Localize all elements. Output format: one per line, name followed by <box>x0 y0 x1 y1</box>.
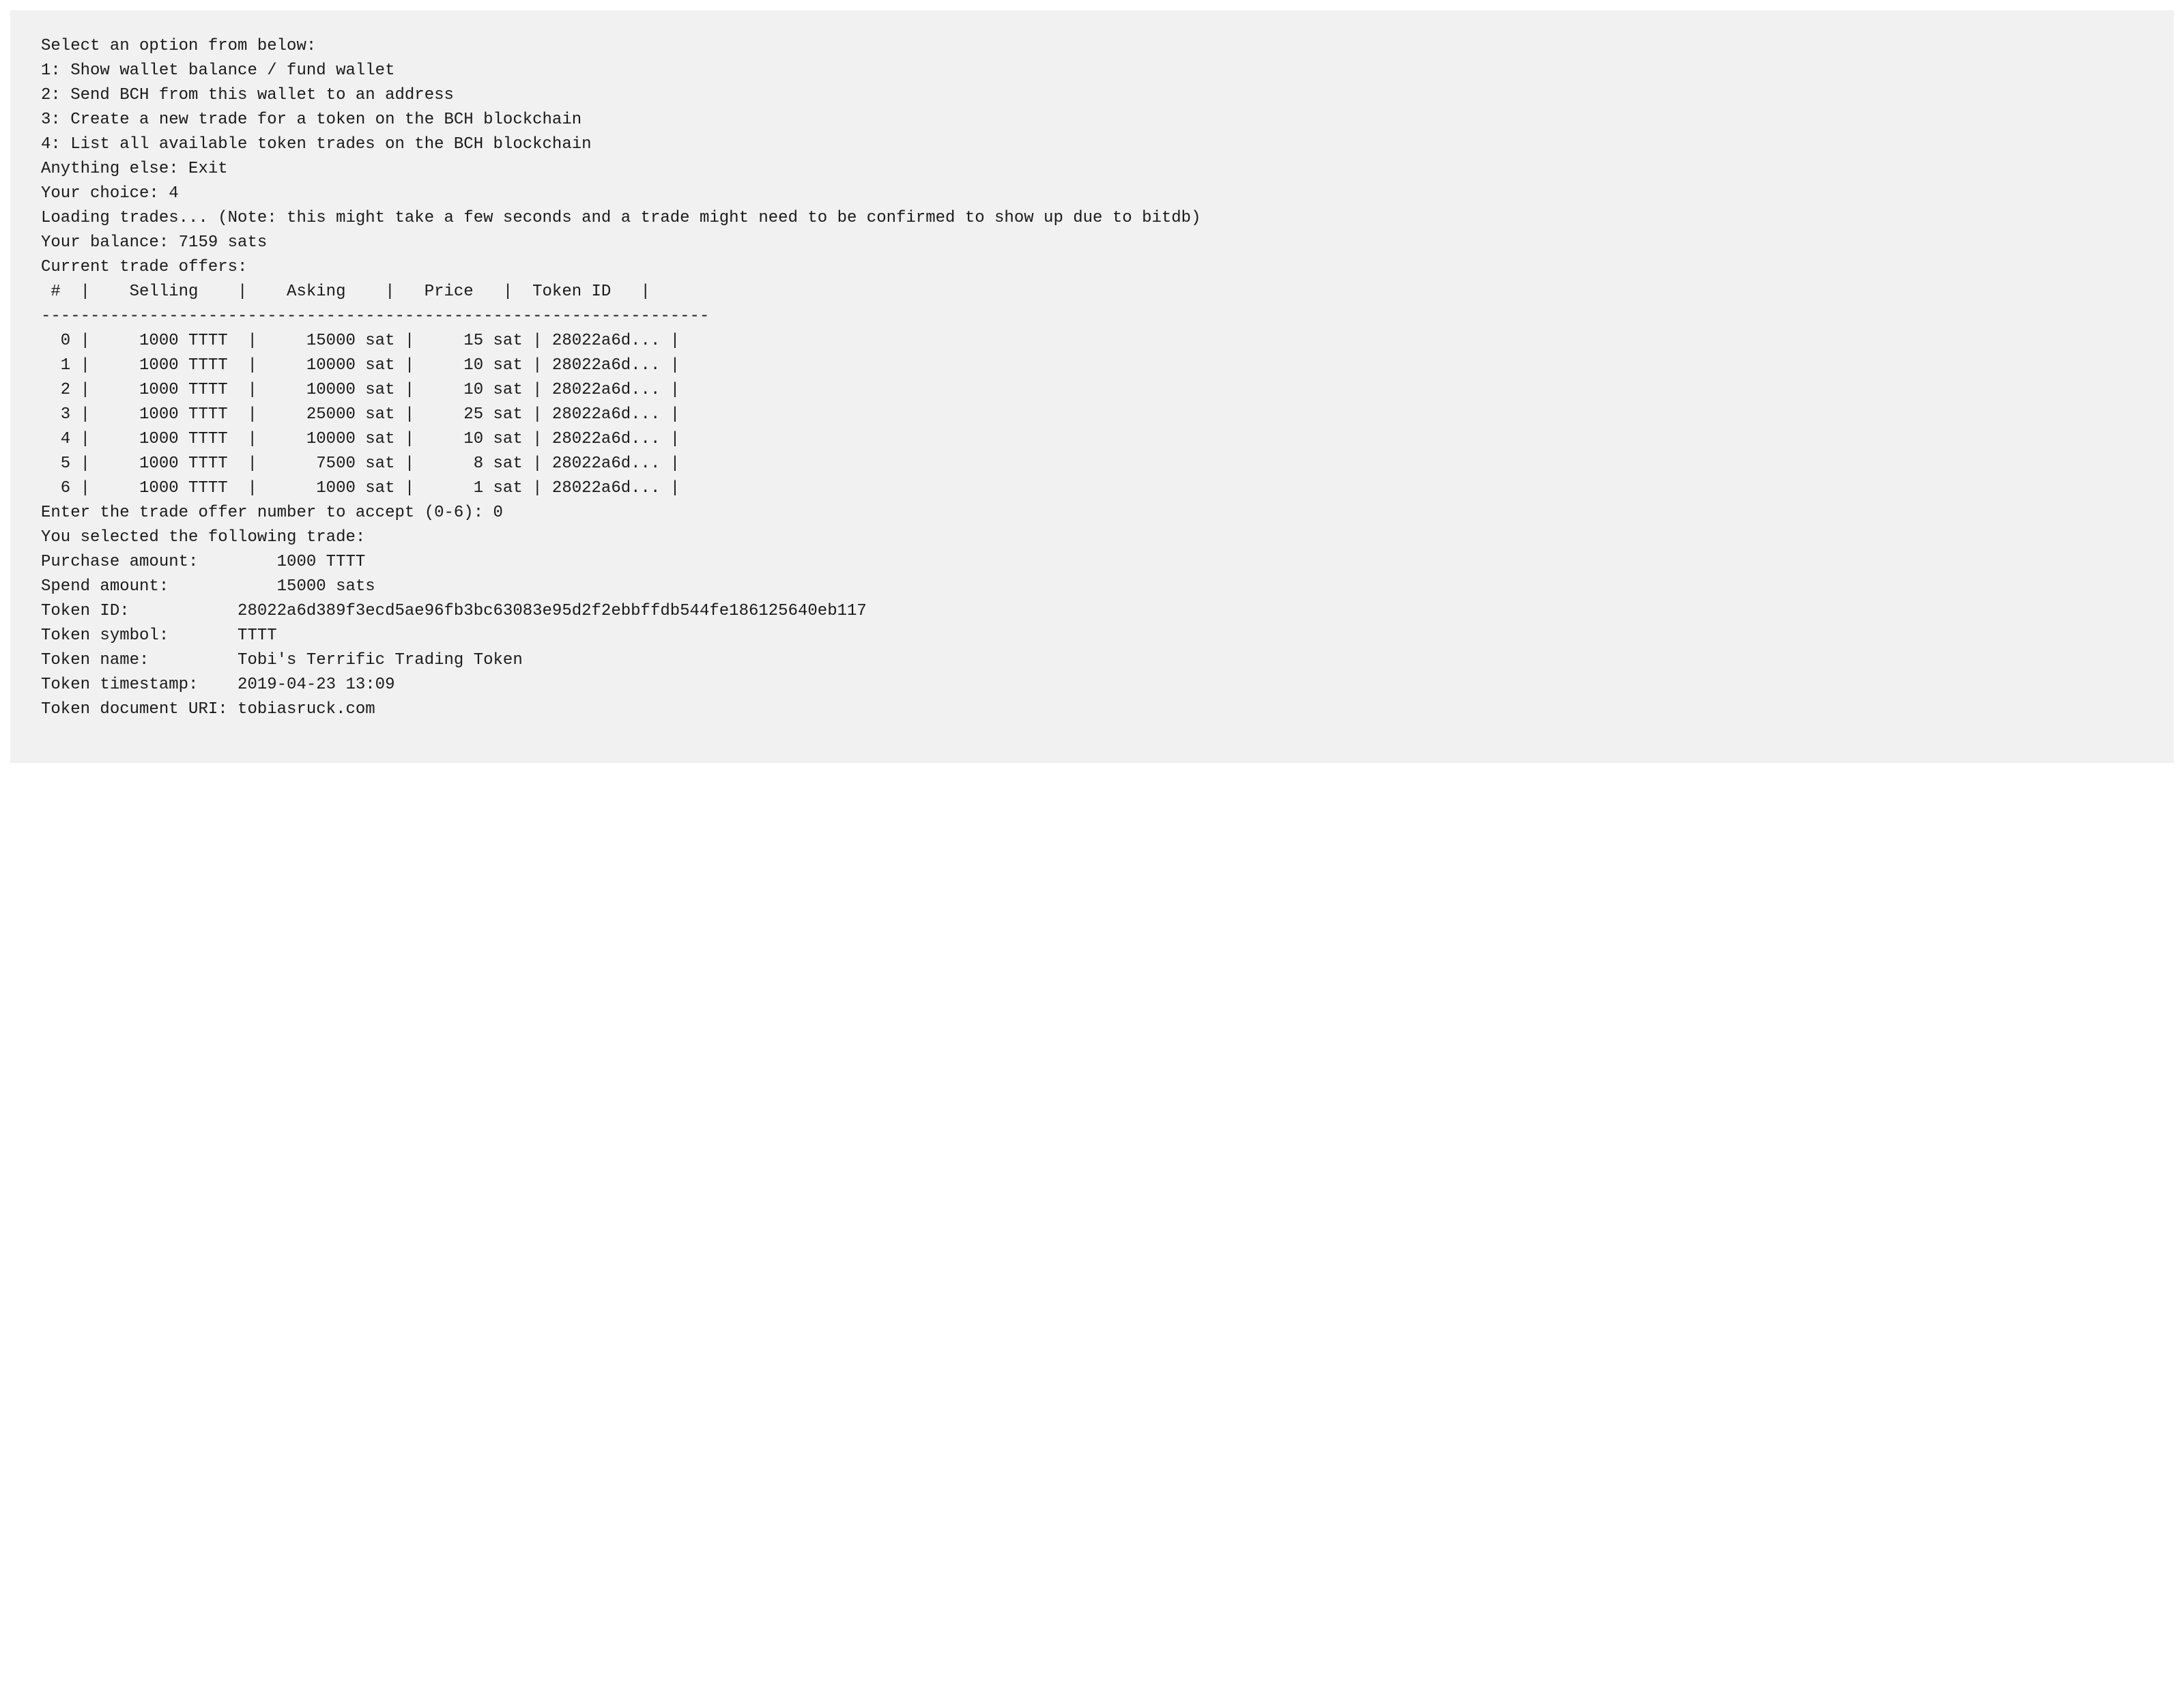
table-header: # | Selling | Asking | Price | Token ID … <box>41 283 650 301</box>
table-row: 3 | 1000 TTTT | 25000 sat | 25 sat | 280… <box>41 405 680 424</box>
choice-value: 4 <box>169 184 178 203</box>
table-row: 6 | 1000 TTTT | 1000 sat | 1 sat | 28022… <box>41 479 680 497</box>
detail-label-purchase: Purchase amount: <box>41 553 277 571</box>
detail-label-tokenid: Token ID: <box>41 602 238 620</box>
detail-value-purchase: 1000 TTTT <box>277 553 366 571</box>
detail-label-name: Token name: <box>41 651 238 669</box>
detail-label-timestamp: Token timestamp: <box>41 676 238 694</box>
balance-label: Your balance: <box>41 233 179 252</box>
offers-title: Current trade offers: <box>41 258 247 276</box>
menu-exit: Anything else: Exit <box>41 160 228 178</box>
selection-title: You selected the following trade: <box>41 528 365 547</box>
loading-note: Loading trades... (Note: this might take… <box>41 209 1201 227</box>
table-divider: ----------------------------------------… <box>41 307 709 326</box>
menu-option-4: 4: List all available token trades on th… <box>41 135 592 154</box>
detail-label-uri: Token document URI: <box>41 700 238 719</box>
table-row: 5 | 1000 TTTT | 7500 sat | 8 sat | 28022… <box>41 454 680 473</box>
detail-value-timestamp: 2019-04-23 13:09 <box>238 676 394 694</box>
detail-value-uri: tobiasruck.com <box>238 700 375 719</box>
balance-value: 7159 sats <box>179 233 268 252</box>
table-row: 1 | 1000 TTTT | 10000 sat | 10 sat | 280… <box>41 356 680 375</box>
detail-value-spend: 15000 sats <box>277 577 375 596</box>
terminal-output[interactable]: Select an option from below: 1: Show wal… <box>10 10 2174 763</box>
table-row: 4 | 1000 TTTT | 10000 sat | 10 sat | 280… <box>41 430 680 448</box>
detail-value-tokenid: 28022a6d389f3ecd5ae96fb3bc63083e95d2f2eb… <box>238 602 867 620</box>
detail-value-symbol: TTTT <box>238 626 277 645</box>
menu-option-1: 1: Show wallet balance / fund wallet <box>41 61 394 80</box>
menu-prompt: Select an option from below: <box>41 37 316 55</box>
detail-label-spend: Spend amount: <box>41 577 277 596</box>
table-row: 0 | 1000 TTTT | 15000 sat | 15 sat | 280… <box>41 332 680 350</box>
choice-label: Your choice: <box>41 184 169 203</box>
table-row: 2 | 1000 TTTT | 10000 sat | 10 sat | 280… <box>41 381 680 399</box>
menu-option-2: 2: Send BCH from this wallet to an addre… <box>41 86 454 104</box>
accept-prompt-label: Enter the trade offer number to accept (… <box>41 504 493 522</box>
detail-value-name: Tobi's Terrific Trading Token <box>238 651 523 669</box>
detail-label-symbol: Token symbol: <box>41 626 238 645</box>
menu-option-3: 3: Create a new trade for a token on the… <box>41 111 581 129</box>
accept-prompt-value: 0 <box>493 504 503 522</box>
